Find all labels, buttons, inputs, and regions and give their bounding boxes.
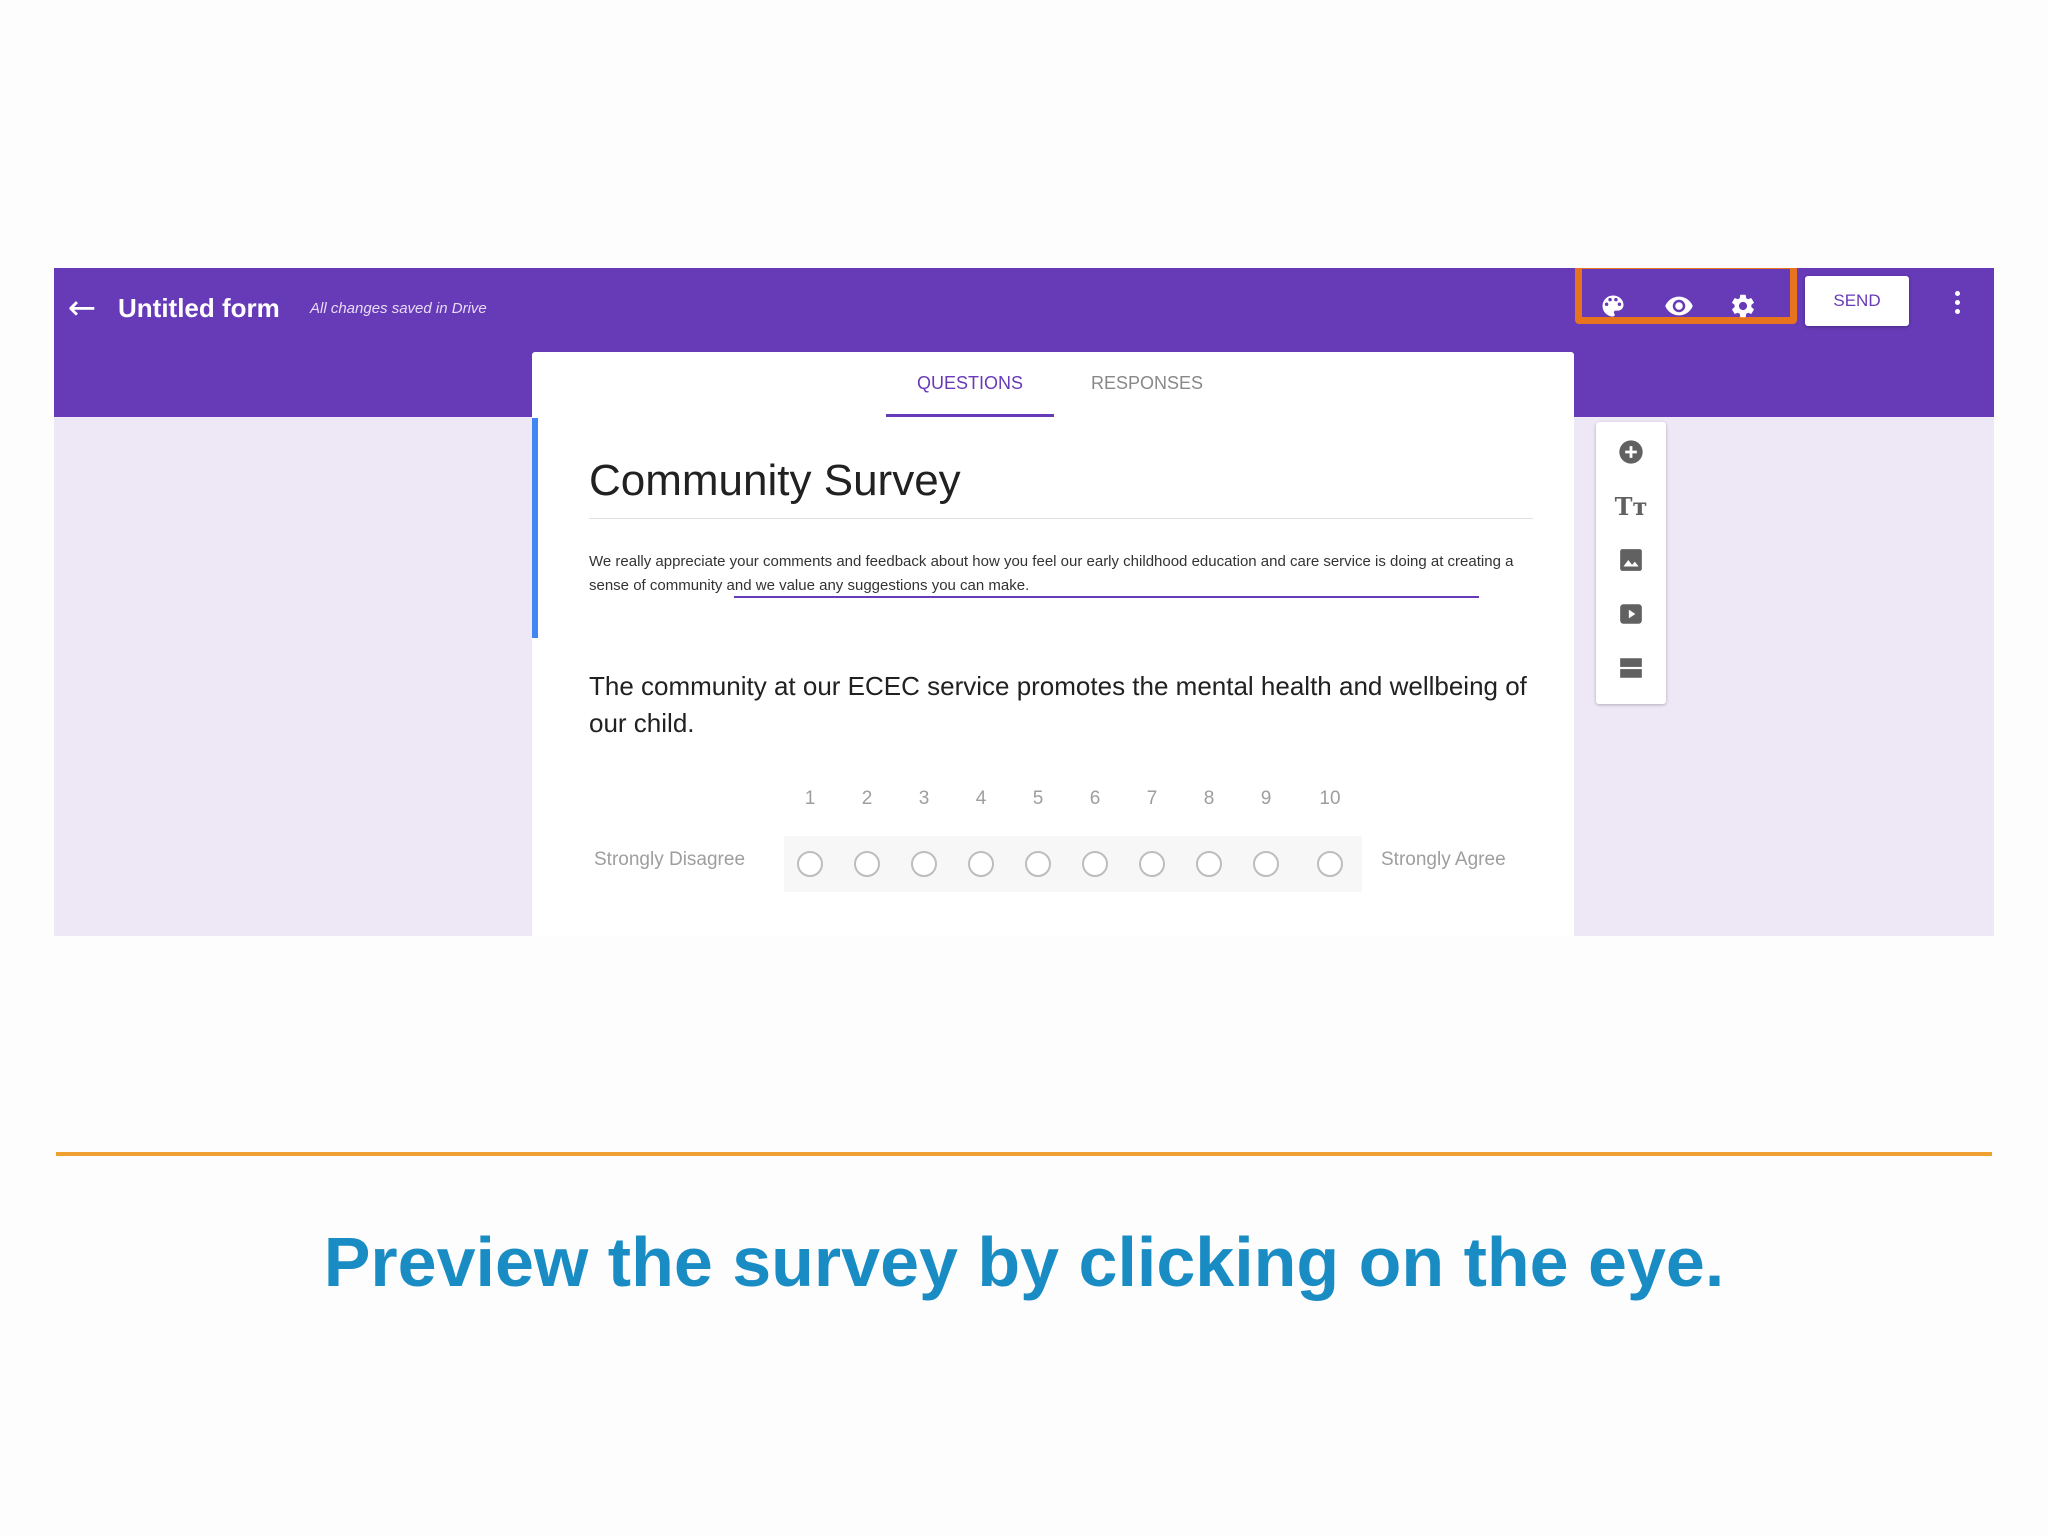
title-divider bbox=[589, 518, 1533, 519]
scale-radio[interactable] bbox=[1082, 851, 1108, 877]
tab-responses[interactable]: RESPONSES bbox=[1062, 352, 1232, 414]
scale-number: 9 bbox=[1260, 788, 1272, 809]
slide-caption: Preview the survey by clicking on the ey… bbox=[323, 1223, 1725, 1301]
gear-icon[interactable] bbox=[1725, 288, 1761, 324]
save-status: All changes saved in Drive bbox=[310, 300, 487, 317]
scale-radio[interactable] bbox=[1025, 851, 1051, 877]
send-button[interactable]: SEND bbox=[1805, 276, 1909, 326]
video-icon[interactable] bbox=[1613, 596, 1649, 632]
add-question-icon[interactable] bbox=[1613, 434, 1649, 470]
scale-low-label: Strongly Disagree bbox=[594, 849, 746, 870]
section-icon[interactable] bbox=[1613, 650, 1649, 686]
scale-radio[interactable] bbox=[1253, 851, 1279, 877]
palette-icon[interactable] bbox=[1595, 288, 1631, 324]
active-card-accent bbox=[532, 418, 538, 638]
scale-number: 6 bbox=[1089, 788, 1101, 809]
form-title[interactable]: Untitled form bbox=[118, 284, 280, 332]
survey-title-field[interactable]: Community Survey bbox=[589, 456, 961, 506]
scale-radio[interactable] bbox=[1196, 851, 1222, 877]
scale-high-label: Strongly Agree bbox=[1381, 849, 1506, 870]
eye-icon[interactable] bbox=[1661, 288, 1697, 324]
scale-radio[interactable] bbox=[797, 851, 823, 877]
side-toolbar: Tт bbox=[1596, 422, 1666, 704]
title-text-icon[interactable]: Tт bbox=[1613, 488, 1649, 524]
scale-radio[interactable] bbox=[911, 851, 937, 877]
scale-number: 7 bbox=[1146, 788, 1158, 809]
scale-number: 10 bbox=[1319, 788, 1341, 809]
form-card: Community Survey We really appreciate yo… bbox=[532, 418, 1574, 936]
more-vert-icon[interactable] bbox=[1942, 282, 1972, 322]
scale-number: 5 bbox=[1032, 788, 1044, 809]
scale-number: 3 bbox=[918, 788, 930, 809]
question-title[interactable]: The community at our ECEC service promot… bbox=[589, 668, 1559, 742]
scale-number: 2 bbox=[861, 788, 873, 809]
scale-number: 8 bbox=[1203, 788, 1215, 809]
scale-number: 4 bbox=[975, 788, 987, 809]
scale-radio[interactable] bbox=[854, 851, 880, 877]
image-icon[interactable] bbox=[1613, 542, 1649, 578]
caption-divider bbox=[56, 1152, 1992, 1156]
survey-description-field[interactable]: We really appreciate your comments and f… bbox=[589, 550, 1549, 598]
description-focus-underline bbox=[734, 596, 1479, 598]
tab-questions[interactable]: QUESTIONS bbox=[886, 352, 1054, 417]
scale-number: 1 bbox=[804, 788, 816, 809]
scale-radio[interactable] bbox=[1139, 851, 1165, 877]
arrow-back-icon[interactable]: ← bbox=[60, 286, 104, 330]
tabs-bar: QUESTIONS RESPONSES bbox=[532, 352, 1574, 418]
scale-radio[interactable] bbox=[968, 851, 994, 877]
forms-screenshot: ← Untitled form All changes saved in Dri… bbox=[54, 268, 1994, 936]
scale-radio[interactable] bbox=[1317, 851, 1343, 877]
